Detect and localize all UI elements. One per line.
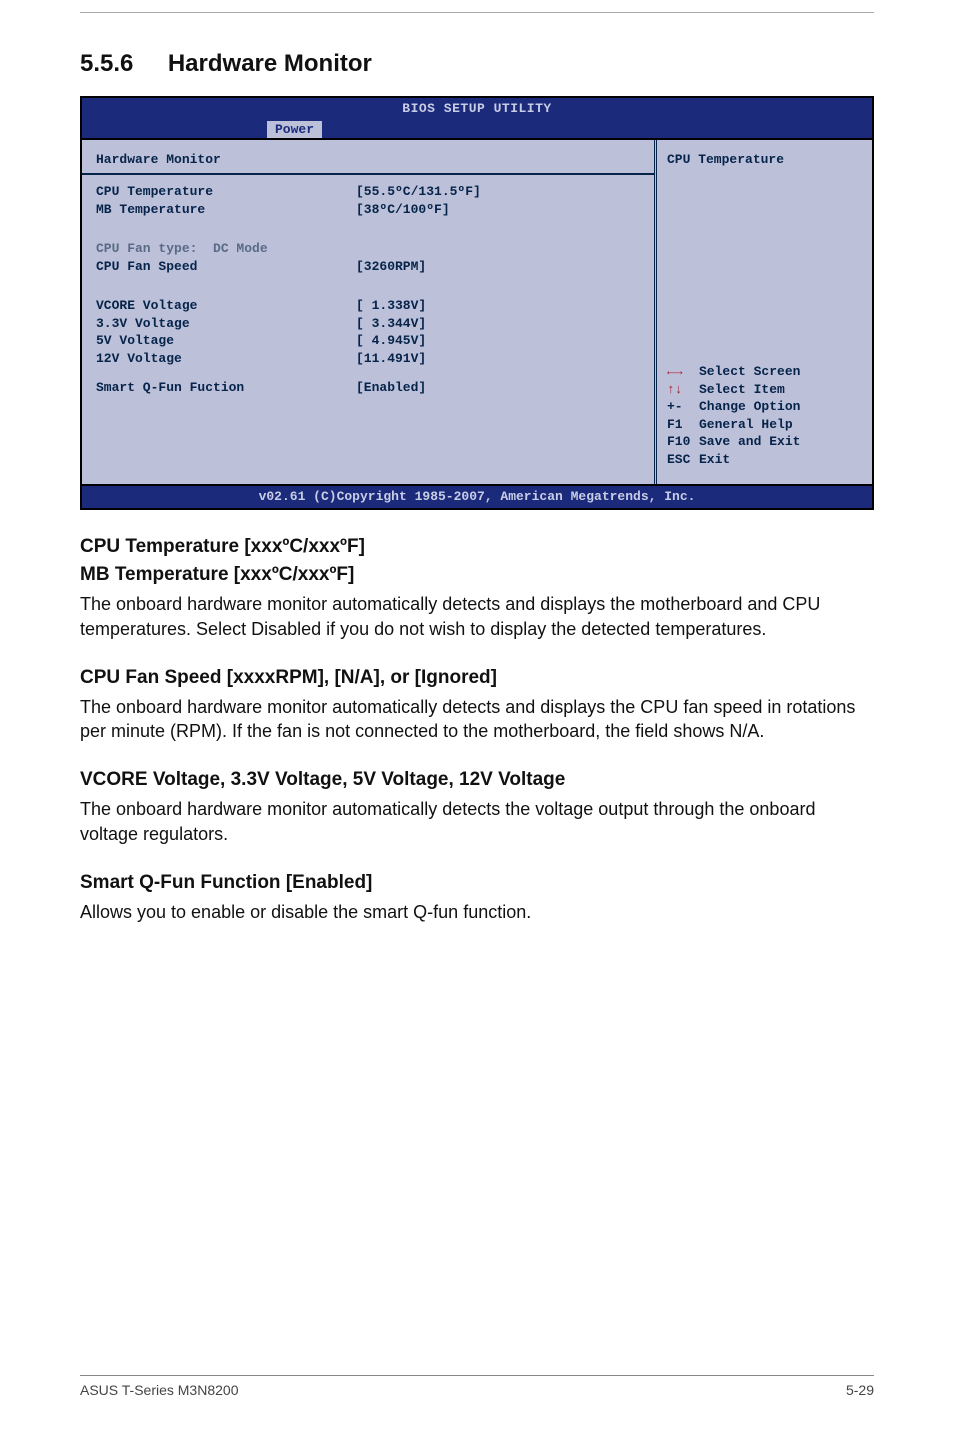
help-text: Exit <box>699 451 862 469</box>
help-text: Select Screen <box>699 363 862 381</box>
heading-fan-speed: CPU Fan Speed [xxxxRPM], [N/A], or [Igno… <box>80 667 874 689</box>
setting-row[interactable]: 5V Voltage[ 4.945V] <box>96 332 640 350</box>
setting-label: VCORE Voltage <box>96 297 356 315</box>
help-key: ESC <box>667 451 699 469</box>
setting-label: 3.3V Voltage <box>96 315 356 333</box>
setting-value <box>356 240 640 258</box>
heading-voltages: VCORE Voltage, 3.3V Voltage, 5V Voltage,… <box>80 769 874 791</box>
setting-label: MB Temperature <box>96 201 356 219</box>
help-key: +- <box>667 398 699 416</box>
bios-tabs: Power <box>82 120 872 138</box>
para-fan-speed: The onboard hardware monitor automatical… <box>80 695 874 744</box>
setting-label: 5V Voltage <box>96 332 356 350</box>
help-row: Select Screen <box>667 363 862 381</box>
setting-value: [ 4.945V] <box>356 332 640 350</box>
help-row: F10Save and Exit <box>667 433 862 451</box>
setting-row[interactable]: CPU Fan type: DC Mode <box>96 240 640 258</box>
help-key: F10 <box>667 433 699 451</box>
heading-cpu-temp: CPU Temperature [xxxºC/xxxºF] <box>80 536 874 558</box>
setting-value: [11.491V] <box>356 350 640 368</box>
help-row: ESCExit <box>667 451 862 469</box>
section-number: 5.5.6 <box>80 50 133 78</box>
bios-window: BIOS SETUP UTILITY Power Hardware Monito… <box>80 96 874 510</box>
setting-value: [3260RPM] <box>356 258 640 276</box>
setting-label: Smart Q-Fun Fuction <box>96 379 356 397</box>
setting-value: [38ºC/100ºF] <box>356 201 640 219</box>
para-voltages: The onboard hardware monitor automatical… <box>80 797 874 846</box>
setting-row[interactable]: CPU Temperature[55.5ºC/131.5ºF] <box>96 183 640 201</box>
help-row: Select Item <box>667 381 862 399</box>
setting-row[interactable]: 3.3V Voltage[ 3.344V] <box>96 315 640 333</box>
help-key <box>667 363 699 381</box>
setting-value: [ 3.344V] <box>356 315 640 333</box>
para-temps: The onboard hardware monitor automatical… <box>80 592 874 641</box>
bios-title: BIOS SETUP UTILITY <box>82 101 872 116</box>
bios-body: Hardware Monitor CPU Temperature[55.5ºC/… <box>82 138 872 486</box>
help-row: +-Change Option <box>667 398 862 416</box>
section-heading: 5.5.6 Hardware Monitor <box>80 50 874 78</box>
footer-right: 5-29 <box>846 1382 874 1398</box>
help-row: F1General Help <box>667 416 862 434</box>
setting-label: CPU Fan Speed <box>96 258 356 276</box>
page-footer: ASUS T-Series M3N8200 5-29 <box>80 1375 874 1398</box>
setting-value: [55.5ºC/131.5ºF] <box>356 183 640 201</box>
tab-power[interactable]: Power <box>267 121 322 138</box>
setting-label: 12V Voltage <box>96 350 356 368</box>
section-title: Hardware Monitor <box>168 50 372 77</box>
help-text: Select Item <box>699 381 862 399</box>
setting-row[interactable]: Smart Q-Fun Fuction[Enabled] <box>96 379 640 397</box>
footer-left: ASUS T-Series M3N8200 <box>80 1382 238 1398</box>
setting-label: CPU Temperature <box>96 183 356 201</box>
setting-label: CPU Fan type: DC Mode <box>96 240 356 258</box>
left-divider <box>82 173 654 175</box>
help-text: General Help <box>699 416 862 434</box>
para-qfun: Allows you to enable or disable the smar… <box>80 900 874 924</box>
bios-footer: v02.61 (C)Copyright 1985-2007, American … <box>82 486 872 508</box>
heading-mb-temp: MB Temperature [xxxºC/xxxºF] <box>80 564 874 586</box>
bios-right-pane: CPU Temperature Select ScreenSelect Item… <box>657 140 872 484</box>
help-text: Change Option <box>699 398 862 416</box>
right-pane-header: CPU Temperature <box>667 148 862 173</box>
setting-row[interactable]: VCORE Voltage[ 1.338V] <box>96 297 640 315</box>
left-pane-header: Hardware Monitor <box>96 148 640 173</box>
heading-qfun: Smart Q-Fun Function [Enabled] <box>80 872 874 894</box>
bios-topbar: BIOS SETUP UTILITY Power <box>82 98 872 138</box>
setting-row[interactable]: CPU Fan Speed[3260RPM] <box>96 258 640 276</box>
bios-left-pane: Hardware Monitor CPU Temperature[55.5ºC/… <box>82 140 657 484</box>
setting-row[interactable]: MB Temperature[38ºC/100ºF] <box>96 201 640 219</box>
top-rule <box>80 12 874 13</box>
setting-value: [Enabled] <box>356 379 640 397</box>
setting-value: [ 1.338V] <box>356 297 640 315</box>
help-text: Save and Exit <box>699 433 862 451</box>
help-key: F1 <box>667 416 699 434</box>
help-key <box>667 381 699 399</box>
setting-row[interactable]: 12V Voltage[11.491V] <box>96 350 640 368</box>
